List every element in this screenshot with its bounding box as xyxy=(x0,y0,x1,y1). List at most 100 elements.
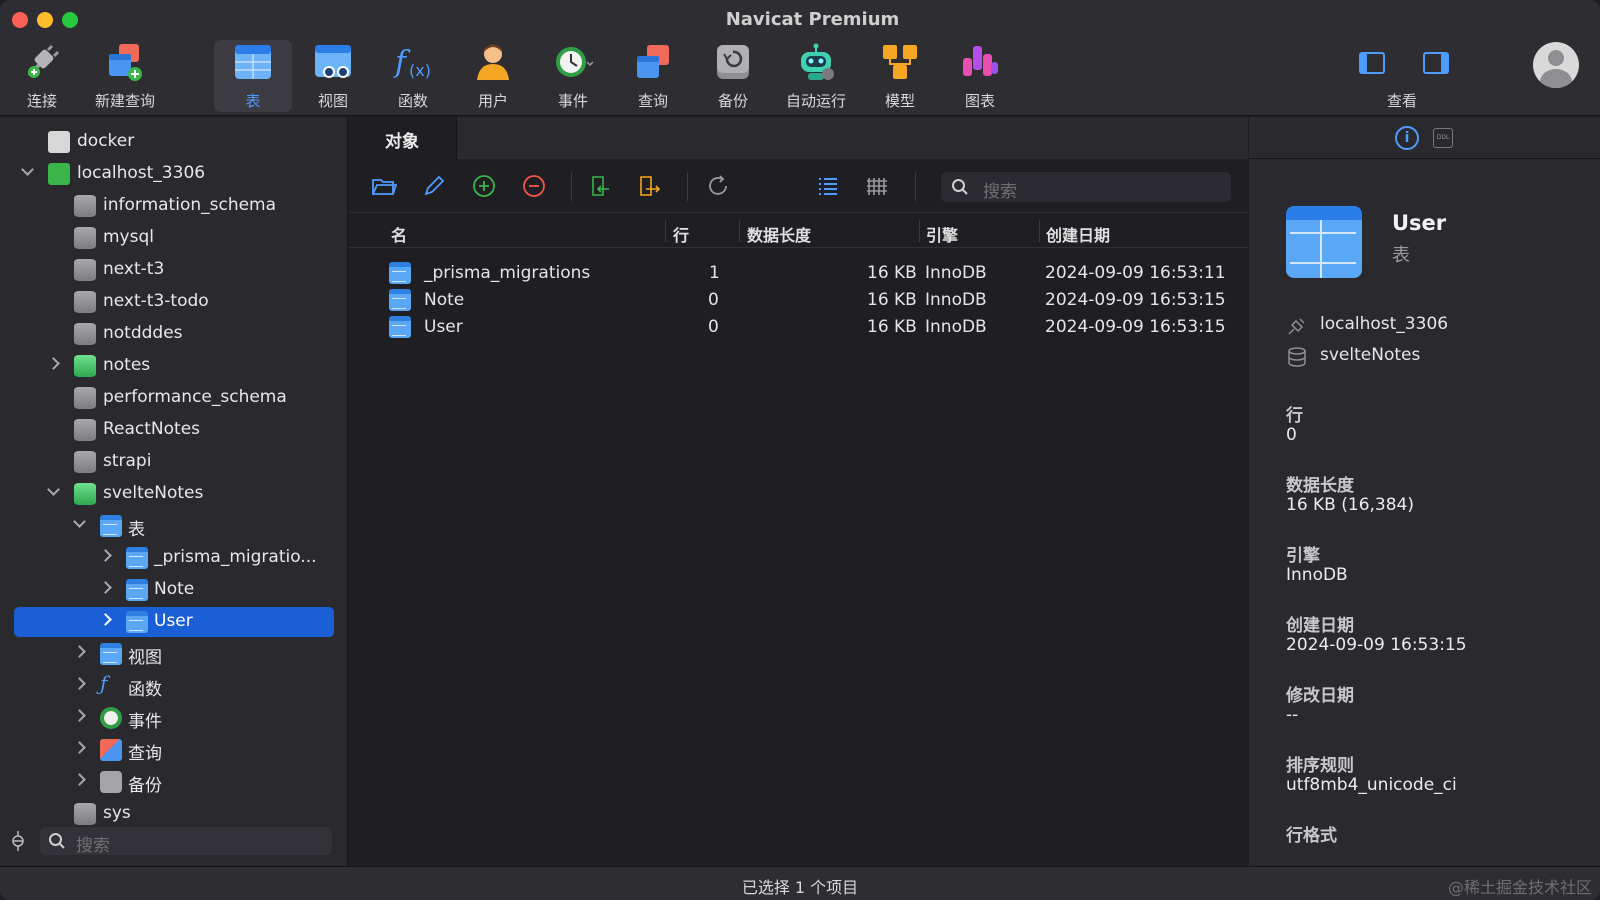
prop-engine-label: 引擎 xyxy=(1286,546,1320,566)
toolbar-chart-button[interactable]: 图表 xyxy=(941,40,1019,112)
prop-engine-value: InnoDB xyxy=(1286,565,1348,585)
tree-item-database[interactable]: performance_schema xyxy=(14,383,334,413)
remove-circle-icon[interactable] xyxy=(521,173,547,199)
chevron-right-icon[interactable] xyxy=(98,581,112,595)
account-avatar[interactable] xyxy=(1533,42,1579,88)
toolbar-automation-button[interactable]: 自动运行 xyxy=(777,40,855,112)
tree-item-database[interactable]: ReactNotes xyxy=(14,415,334,445)
chevron-right-icon[interactable] xyxy=(72,741,86,755)
view-icon xyxy=(100,643,122,665)
inspector-database: svelteNotes xyxy=(1286,342,1586,370)
toolbar-user-button[interactable]: 用户 xyxy=(454,40,532,112)
tree-item-table[interactable]: Note xyxy=(14,575,334,605)
tree-item-views-group[interactable]: 视图 xyxy=(14,639,334,669)
ddl-icon[interactable]: DDL xyxy=(1433,128,1453,148)
search-icon xyxy=(49,833,65,849)
prop-row-format-label: 行格式 xyxy=(1286,826,1337,846)
chevron-right-icon[interactable] xyxy=(98,549,112,563)
app-title: Navicat Premium xyxy=(725,9,900,30)
svg-text:(x): (x) xyxy=(409,61,431,80)
selection-status: 已选择 1 个项目 xyxy=(741,878,859,897)
toolbar-connect-button[interactable]: 连接 xyxy=(3,40,81,112)
tree-item-queries-group[interactable]: 查询 xyxy=(14,735,334,765)
column-header-name[interactable]: 名 xyxy=(391,222,407,246)
table-row[interactable]: Note 0 16 KB InnoDB 2024-09-09 16:53:15 xyxy=(349,287,1248,314)
toolbar-function-button[interactable]: f (x) 函数 xyxy=(374,40,452,112)
tab-objects[interactable]: 对象 xyxy=(349,117,457,159)
toolbar-event-button[interactable]: 事件 xyxy=(534,40,612,112)
chevron-right-icon[interactable] xyxy=(72,773,86,787)
filter-icon[interactable] xyxy=(10,829,26,853)
chevron-down-icon[interactable] xyxy=(46,485,60,499)
sidebar-search-input[interactable]: 搜索 xyxy=(40,827,332,856)
add-circle-icon[interactable] xyxy=(471,173,497,199)
objects-search-placeholder: 搜索 xyxy=(983,182,1017,202)
refresh-icon[interactable] xyxy=(705,173,731,199)
chevron-right-icon[interactable] xyxy=(46,357,60,371)
edit-pencil-icon[interactable] xyxy=(421,173,447,199)
toolbar-view-button[interactable]: 视图 xyxy=(294,40,372,112)
chevron-down-icon[interactable] xyxy=(72,517,86,531)
tree-item-tables-group[interactable]: 表 xyxy=(14,511,334,541)
tree-item-database[interactable]: sys xyxy=(14,799,334,829)
column-header-engine[interactable]: 引擎 xyxy=(926,222,958,246)
tree-item-functions-group[interactable]: ƒ 函数 xyxy=(14,671,334,701)
connection-plug-icon xyxy=(1288,318,1305,335)
tree-item-docker[interactable]: docker xyxy=(14,127,334,157)
tree-item-database[interactable]: information_schema xyxy=(14,191,334,221)
database-icon xyxy=(74,291,96,313)
list-view-icon[interactable] xyxy=(815,173,841,199)
view-icon xyxy=(315,45,351,78)
chevron-right-icon[interactable] xyxy=(72,709,86,723)
tree-item-database[interactable]: notdddes xyxy=(14,319,334,349)
toolbar-query-button[interactable]: 查询 xyxy=(614,40,692,112)
toolbar-model-button[interactable]: 模型 xyxy=(861,40,939,112)
toolbar-new-query-button[interactable]: 新建查询 xyxy=(86,40,164,112)
tree-item-table[interactable]: _prisma_migratio... xyxy=(14,543,334,573)
table-icon xyxy=(389,262,411,284)
function-icon: f (x) xyxy=(393,45,431,80)
new-query-icon xyxy=(109,44,142,81)
table-row[interactable]: User 0 16 KB InnoDB 2024-09-09 16:53:15 xyxy=(349,314,1248,341)
grid-view-icon[interactable] xyxy=(865,173,891,199)
database-icon xyxy=(74,803,96,825)
export-icon[interactable] xyxy=(637,173,663,199)
toolbar-table-button[interactable]: 表 xyxy=(214,40,292,112)
objects-search-input[interactable]: 搜索 xyxy=(941,172,1231,202)
tree-item-table-selected[interactable]: User xyxy=(14,607,334,637)
chevron-down-icon[interactable] xyxy=(20,165,34,179)
column-header-rows[interactable]: 行 xyxy=(673,222,689,246)
query-icon xyxy=(637,45,669,78)
watermark: @稀土掘金技术社区 xyxy=(1447,878,1592,897)
prop-data-length-value: 16 KB (16,384) xyxy=(1286,495,1414,515)
import-icon[interactable] xyxy=(587,173,613,199)
tree-item-database[interactable]: next-t3-todo xyxy=(14,287,334,317)
table-icon xyxy=(235,45,271,79)
column-header-created[interactable]: 创建日期 xyxy=(1046,222,1110,246)
database-icon xyxy=(74,259,96,281)
toggle-sidebar-button[interactable] xyxy=(1359,52,1385,74)
chevron-right-icon[interactable] xyxy=(98,613,112,627)
prop-modified-value: -- xyxy=(1286,705,1299,725)
column-header-data-length[interactable]: 数据长度 xyxy=(747,222,811,246)
open-folder-icon[interactable] xyxy=(371,173,397,199)
table-icon xyxy=(126,547,148,569)
table-row[interactable]: _prisma_migrations 1 16 KB InnoDB 2024-0… xyxy=(349,260,1248,287)
tree-item-database[interactable]: mysql xyxy=(14,223,334,253)
toolbar-divider xyxy=(687,173,688,201)
table-icon xyxy=(389,316,411,338)
database-icon xyxy=(74,451,96,473)
tree-item-notes[interactable]: notes xyxy=(14,351,334,381)
info-icon[interactable]: i xyxy=(1395,126,1419,150)
chevron-right-icon[interactable] xyxy=(72,677,86,691)
tree-item-backups-group[interactable]: 备份 xyxy=(14,767,334,797)
chevron-right-icon[interactable] xyxy=(72,645,86,659)
tree-item-database[interactable]: strapi xyxy=(14,447,334,477)
tree-item-sveltenotes[interactable]: svelteNotes xyxy=(14,479,334,509)
toggle-inspector-button[interactable] xyxy=(1423,52,1449,74)
tree-item-localhost-3306[interactable]: localhost_3306 xyxy=(14,159,334,189)
tree-item-database[interactable]: next-t3 xyxy=(14,255,334,285)
tree-item-events-group[interactable]: 事件 xyxy=(14,703,334,733)
toolbar-backup-button[interactable]: 备份 xyxy=(694,40,772,112)
automation-robot-icon xyxy=(801,43,834,80)
